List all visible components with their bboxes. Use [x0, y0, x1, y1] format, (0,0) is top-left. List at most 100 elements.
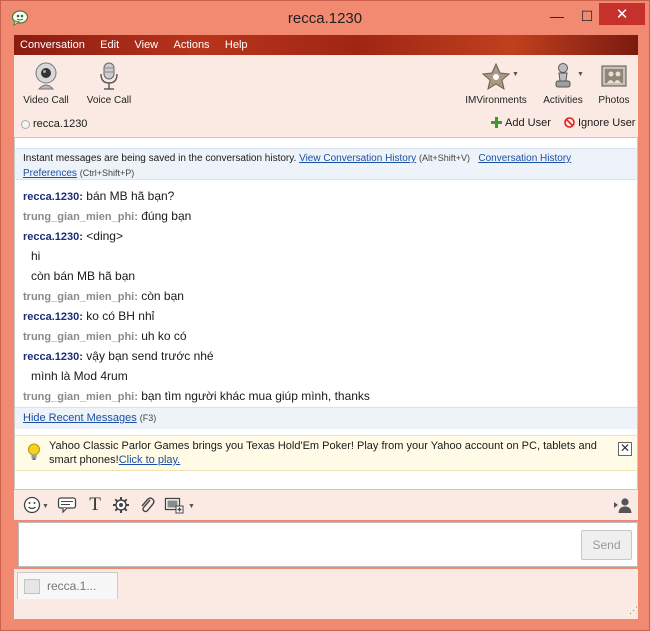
- message-text: bạn tìm người khác mua giúp mình, thanks: [137, 389, 370, 403]
- resize-grip-icon[interactable]: ⋰: [629, 605, 638, 616]
- lightbulb-icon: [28, 443, 40, 460]
- menu-bar: Conversation Edit View Actions Help: [14, 35, 638, 55]
- message-row: recca.1230: bán MB hã bạn?: [23, 186, 623, 206]
- audibles-button[interactable]: [57, 496, 77, 514]
- message-text: bán MB hã bạn?: [82, 189, 175, 203]
- video-call-label: Video Call: [23, 95, 69, 106]
- message-row: trung_gian_mien_phi: còn bạn: [23, 286, 623, 306]
- message-row: hi: [23, 246, 623, 266]
- history-preferences-shortcut: (Ctrl+Shift+P): [79, 168, 135, 178]
- ad-close-button[interactable]: ✕: [618, 442, 632, 456]
- conversation-tab-strip: recca.1...: [14, 569, 638, 619]
- attach-file-button[interactable]: [137, 496, 157, 514]
- hide-recent-messages-link[interactable]: Hide Recent Messages: [23, 412, 137, 424]
- message-text: còn bán MB hã bạn: [31, 269, 136, 283]
- message-text: mình là Mod 4rum: [31, 369, 128, 383]
- format-toolbar: ▼ T ▼: [14, 490, 638, 520]
- activities-dropdown-icon[interactable]: ▼: [577, 71, 584, 78]
- video-call-button[interactable]: Video Call: [22, 61, 70, 106]
- message-sender[interactable]: trung_gian_mien_phi:: [23, 331, 138, 343]
- show-display-image-button[interactable]: [613, 496, 633, 514]
- message-sender[interactable]: recca.1230:: [23, 311, 83, 323]
- menu-view[interactable]: View: [128, 35, 164, 55]
- photos-button[interactable]: Photos: [594, 61, 634, 106]
- voice-call-label: Voice Call: [86, 95, 132, 106]
- imvironments-dropdown-icon[interactable]: ▼: [512, 71, 519, 78]
- font-text-icon[interactable]: T: [85, 494, 105, 515]
- main-toolbar: Video Call Voice Call IMVironments ▼ Act…: [14, 55, 638, 113]
- imvironments-button[interactable]: IMVironments: [464, 61, 528, 106]
- message-sender[interactable]: recca.1230:: [23, 231, 83, 243]
- conversation-tab[interactable]: recca.1...: [17, 572, 118, 599]
- message-text: còn bạn: [137, 289, 184, 303]
- conversation-tab-label: recca.1...: [47, 579, 97, 593]
- message-sender[interactable]: trung_gian_mien_phi:: [23, 391, 138, 403]
- activities-label: Activities: [543, 95, 583, 106]
- title-bar[interactable]: recca.1230 — ☐ ✕: [1, 1, 649, 35]
- hide-recent-bar: Hide Recent Messages (F3): [15, 407, 637, 429]
- message-text: uh ko có: [137, 329, 187, 343]
- share-dropdown-icon[interactable]: ▼: [188, 503, 195, 510]
- chess-pawn-icon: [555, 63, 571, 88]
- emoticon-dropdown-icon[interactable]: ▼: [42, 503, 49, 510]
- conversation-panel[interactable]: Instant messages are being saved in the …: [14, 137, 638, 490]
- ad-click-to-play-link[interactable]: Click to play.: [119, 454, 181, 466]
- smiley-icon: [23, 496, 41, 514]
- add-user-button[interactable]: Add User: [491, 117, 551, 129]
- ad-banner: Yahoo Classic Parlor Games brings you Te…: [15, 435, 637, 471]
- message-text: vậy bạn send trước nhé: [82, 349, 214, 363]
- activities-button[interactable]: Activities: [540, 61, 586, 106]
- message-text: hi: [31, 249, 41, 263]
- view-history-shortcut: (Alt+Shift+V): [418, 153, 470, 163]
- hide-recent-shortcut: (F3): [139, 413, 157, 423]
- contact-row: recca.1230 Add User Ignore User: [14, 113, 638, 137]
- message-text: đúng bạn: [137, 209, 192, 223]
- message-row: recca.1230: ko có BH nhỉ: [23, 306, 623, 326]
- message-row: trung_gian_mien_phi: uh ko có: [23, 326, 623, 346]
- history-preferences-link-cont[interactable]: Preferences: [23, 168, 77, 179]
- message-row: mình là Mod 4rum: [23, 366, 623, 386]
- message-sender[interactable]: recca.1230:: [23, 351, 83, 363]
- microphone-icon: [100, 62, 118, 90]
- message-input[interactable]: [18, 522, 638, 567]
- message-row: còn bán MB hã bạn: [23, 266, 623, 286]
- paperclip-icon: [141, 497, 155, 513]
- speech-bubble-icon: [57, 497, 77, 514]
- plugins-button[interactable]: [111, 496, 131, 514]
- ignore-user-label: Ignore User: [578, 117, 636, 129]
- imvironments-label: IMVironments: [465, 95, 527, 106]
- emoticon-button[interactable]: [22, 496, 42, 514]
- maximize-button[interactable]: ☐: [573, 4, 601, 28]
- contact-avatar-icon: [24, 579, 40, 594]
- person-icon: [614, 498, 632, 513]
- history-preferences-link[interactable]: Conversation History: [478, 153, 571, 164]
- picture-add-icon: [164, 497, 184, 514]
- message-list: recca.1230: bán MB hã bạn? trung_gian_mi…: [23, 186, 623, 406]
- message-sender[interactable]: trung_gian_mien_phi:: [23, 291, 138, 303]
- minimize-button[interactable]: —: [541, 4, 573, 28]
- plus-icon: [491, 117, 502, 128]
- ignore-user-button[interactable]: Ignore User: [564, 117, 635, 129]
- share-photos-button[interactable]: [164, 496, 184, 514]
- close-button[interactable]: ✕: [599, 3, 645, 25]
- offline-status-icon: [21, 120, 30, 129]
- photos-label: Photos: [598, 95, 630, 106]
- menu-help[interactable]: Help: [219, 35, 254, 55]
- message-sender[interactable]: trung_gian_mien_phi:: [23, 211, 138, 223]
- menu-actions[interactable]: Actions: [167, 35, 215, 55]
- message-text: ko có BH nhỉ: [82, 309, 155, 323]
- send-button[interactable]: Send: [581, 530, 632, 560]
- imvironments-icon: [481, 62, 511, 91]
- gear-icon: [113, 497, 129, 513]
- contact-name[interactable]: recca.1230: [33, 118, 87, 130]
- history-notice-text: Instant messages are being saved in the …: [23, 153, 297, 164]
- menu-conversation[interactable]: Conversation: [14, 35, 91, 55]
- message-sender[interactable]: recca.1230:: [23, 191, 83, 203]
- messenger-window: recca.1230 — ☐ ✕ Conversation Edit View …: [0, 0, 650, 631]
- menu-edit[interactable]: Edit: [94, 35, 125, 55]
- photos-icon: [601, 65, 627, 87]
- view-history-link[interactable]: View Conversation History: [299, 153, 416, 164]
- message-row: recca.1230: vậy bạn send trước nhé: [23, 346, 623, 366]
- voice-call-button[interactable]: Voice Call: [84, 61, 134, 106]
- message-row: trung_gian_mien_phi: đúng bạn: [23, 206, 623, 226]
